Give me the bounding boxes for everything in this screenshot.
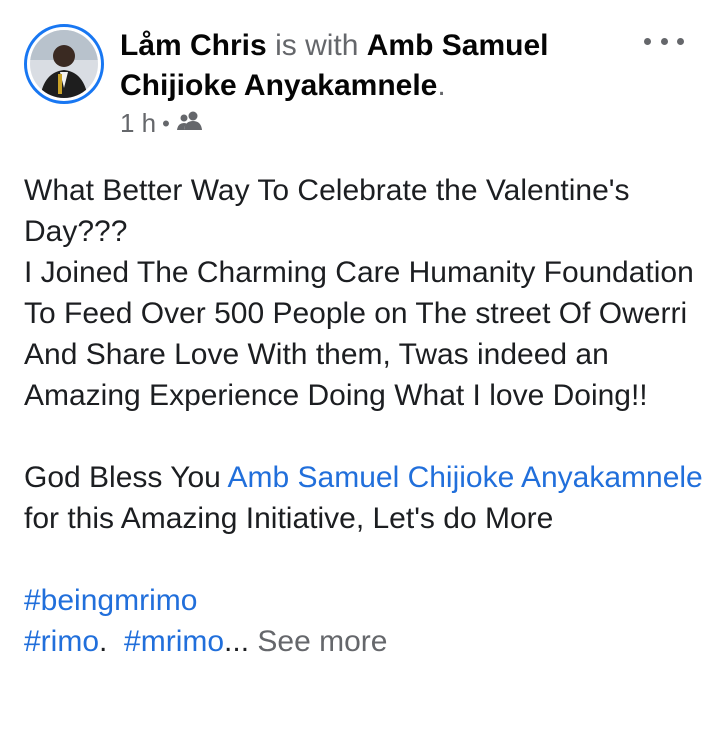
see-more-link[interactable]: See more [257, 625, 387, 658]
post-text-line-2: I Joined The Charming Care Humanity Foun… [24, 256, 694, 412]
author-name[interactable]: Låm Chris [120, 29, 267, 62]
friends-icon[interactable] [176, 108, 204, 139]
tagged-mention-link[interactable]: Amb Samuel Chijioke Anyakamnele [228, 461, 703, 494]
post-text-line-1: What Better Way To Celebrate the Valenti… [24, 174, 630, 248]
post-header: Låm Chris is with Amb Samuel Chijioke An… [0, 0, 720, 150]
ellipsis: ... [224, 625, 250, 658]
hashtag-rimo[interactable]: #rimo [24, 625, 99, 658]
post-heading: Låm Chris is with Amb Samuel Chijioke An… [120, 26, 640, 106]
heading-period: . [437, 69, 446, 102]
more-options-icon[interactable] [644, 26, 684, 56]
meta-separator: • [162, 110, 170, 136]
avatar[interactable] [24, 24, 104, 104]
post-text-blessing: God Bless You Amb Samuel Chijioke Anyaka… [24, 457, 704, 539]
hashtag-beingmrimo[interactable]: #beingmrimo [24, 584, 197, 617]
with-text: is with [275, 29, 359, 62]
blessing-prefix: God Bless You [24, 461, 228, 494]
post-time[interactable]: 1 h [120, 108, 156, 139]
blessing-suffix: for this Amazing Initiative, Let's do Mo… [24, 502, 554, 535]
avatar-photo [30, 30, 98, 98]
hashtag-mrimo[interactable]: #mrimo [124, 625, 224, 658]
post-meta: 1 h • [120, 108, 204, 139]
post-body: What Better Way To Celebrate the Valenti… [24, 170, 704, 662]
